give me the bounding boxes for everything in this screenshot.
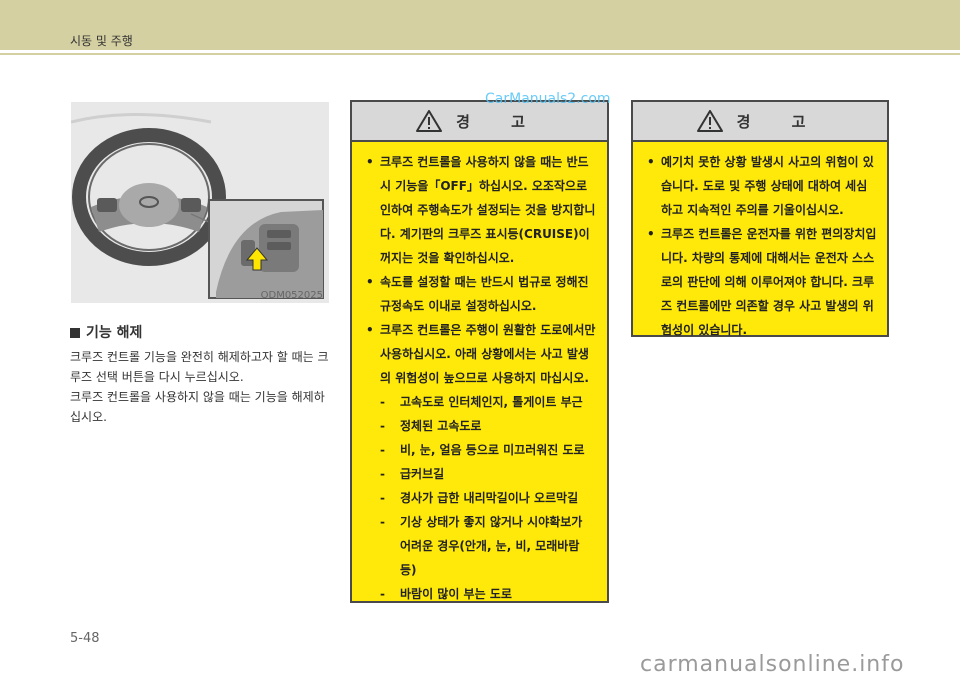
warning-bullet: 크루즈 컨트롤은 주행이 원활한 도로에서만 사용하십시오. 아래 상황에서는 … <box>362 318 597 390</box>
warning-box: 경 고 예기치 못한 상황 발생시 사고의 위험이 있습니다. 도로 및 주행 … <box>631 100 889 337</box>
warning-triangle-icon <box>696 110 723 132</box>
page-number: 5-48 <box>70 631 100 646</box>
warning-dash-item: 경사가 급한 내리막길이나 오르막길 <box>362 486 597 510</box>
header-rule <box>0 53 960 55</box>
square-bullet-icon <box>70 328 80 338</box>
section-body: 크루즈 컨트롤 기능을 완전히 해제하고자 할 때는 크루즈 선택 버튼을 다시… <box>70 347 335 427</box>
footer-watermark: carmanualsonline.info <box>640 652 905 677</box>
warning-box: 경 고 크루즈 컨트롤을 사용하지 않을 때는 반드시 기능을「OFF」하십시오… <box>350 100 609 606</box>
warning-list: 크루즈 컨트롤을 사용하지 않을 때는 반드시 기능을「OFF」하십시오. 오조… <box>352 142 607 606</box>
warning-header: 경 고 <box>633 102 887 142</box>
body-paragraph: 크루즈 컨트롤 기능을 완전히 해제하고자 할 때는 크루즈 선택 버튼을 다시… <box>70 350 329 384</box>
section-title: 기능 해제 <box>70 322 142 342</box>
warning-list: 예기치 못한 상황 발생시 사고의 위험이 있습니다. 도로 및 주행 상태에 … <box>633 142 887 342</box>
warning-dash-item: 바람이 많이 부는 도로 <box>362 582 597 606</box>
warning-bullet: 속도를 설정할 때는 반드시 법규로 정해진 규정속도 이내로 설정하십시오. <box>362 270 597 318</box>
warning-title: 경 고 <box>736 112 824 131</box>
steering-wheel-illustration <box>71 102 329 303</box>
warning-title: 경 고 <box>456 112 543 131</box>
chapter-title: 시동 및 주행 <box>70 34 133 48</box>
warning-dash-item: 급커브길 <box>362 462 597 486</box>
warning-dash-item: 정체된 고속도로 <box>362 414 597 438</box>
warning-triangle-icon <box>416 110 443 132</box>
image-code: ODM052025 <box>260 290 323 301</box>
header-band: 시동 및 주행 <box>0 0 960 50</box>
warning-bullet: 크루즈 컨트롤을 사용하지 않을 때는 반드시 기능을「OFF」하십시오. 오조… <box>362 150 597 270</box>
warning-bullet: 크루즈 컨트롤은 운전자를 위한 편의장치입니다. 차량의 통제에 대해서는 운… <box>643 222 877 342</box>
warning-header: 경 고 <box>352 102 607 142</box>
body-paragraph: 크루즈 컨트롤을 사용하지 않을 때는 기능을 해제하십시오. <box>70 390 325 424</box>
warning-dash-item: 고속도로 인터체인지, 톨게이트 부근 <box>362 390 597 414</box>
warning-bullet: 예기치 못한 상황 발생시 사고의 위험이 있습니다. 도로 및 주행 상태에 … <box>643 150 877 222</box>
steering-wheel-photo: ODM052025 <box>71 102 329 303</box>
section-title-text: 기능 해제 <box>86 325 143 341</box>
site-watermark: CarManuals2.com <box>485 91 611 107</box>
warning-dash-item: 비, 눈, 얼음 등으로 미끄러워진 도로 <box>362 438 597 462</box>
warning-dash-item: 기상 상태가 좋지 않거나 시야확보가 어려운 경우(안개, 눈, 비, 모래바… <box>362 510 597 582</box>
